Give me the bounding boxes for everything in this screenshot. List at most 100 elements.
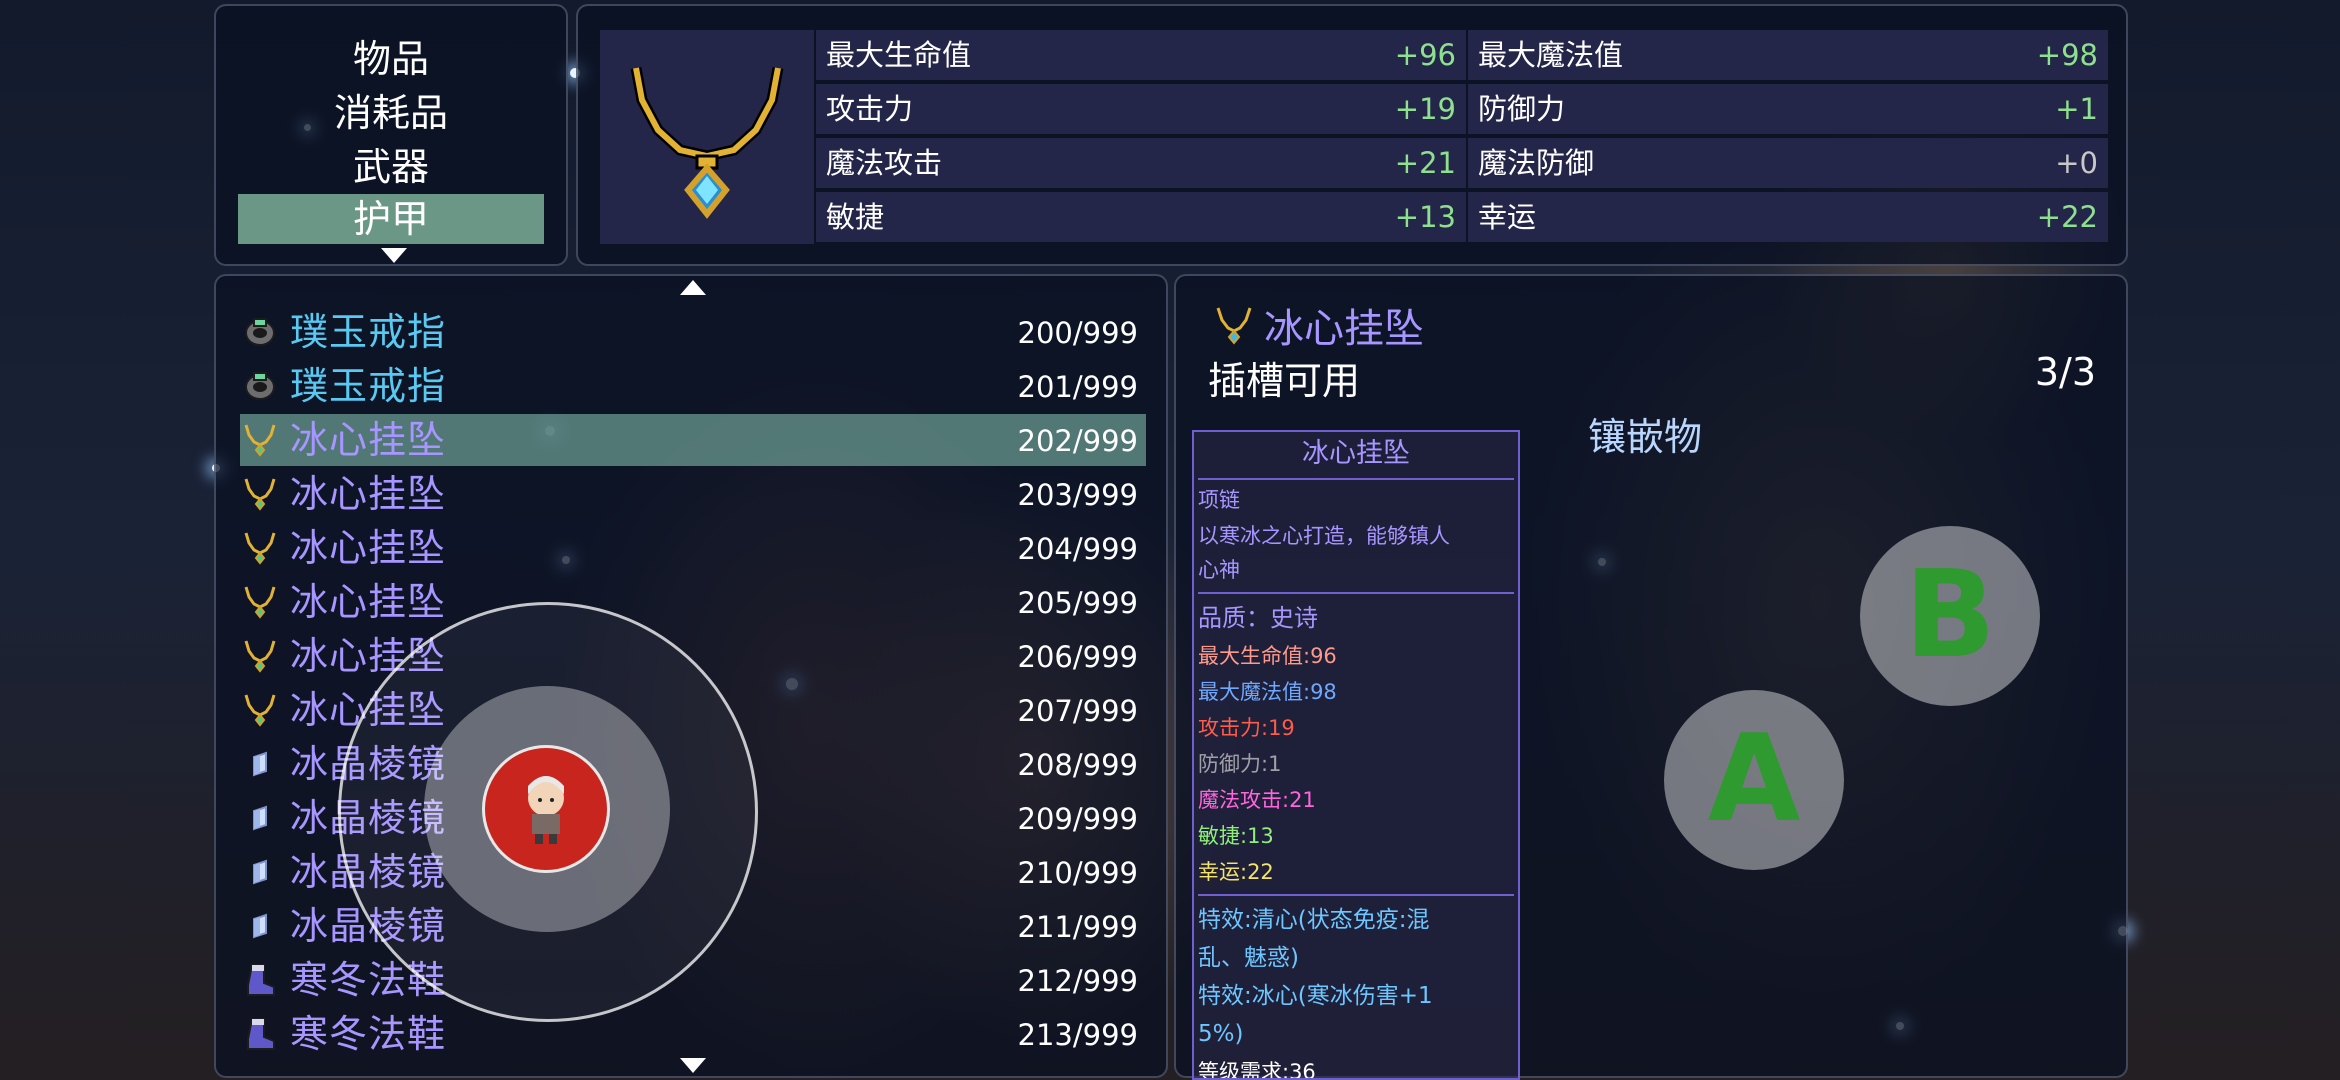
item-info-card: 冰心挂坠 项链 以寒冰之心打造，能够镇人 心神 品质：史诗 最大生命值:96 最…: [1192, 430, 1520, 1080]
necklace-icon: [242, 475, 278, 513]
prism-icon: [242, 907, 278, 945]
category-item[interactable]: 武器: [238, 142, 544, 192]
item-name: 冰心挂坠: [290, 418, 447, 462]
item-count: 212/999: [1017, 964, 1138, 998]
necklace-icon: [242, 529, 278, 567]
ring-icon: [242, 313, 278, 351]
prism-icon: [242, 853, 278, 891]
item-row[interactable]: 冰心挂坠 204/999: [240, 522, 1146, 574]
card-stat-def: 防御力:1: [1198, 752, 1282, 776]
stat-bonus-panel: 最大生命值 +96 最大魔法值 +98 攻击力 +19 防御力 +1 魔法攻击 …: [576, 4, 2128, 266]
stat-label: 最大生命值: [826, 38, 972, 72]
special-effect: 乱、魅惑): [1198, 945, 1299, 971]
necklace-icon: [242, 421, 278, 459]
stat-value: +22: [2036, 200, 2098, 234]
category-item-selected[interactable]: 护甲: [238, 194, 544, 244]
stat-row: 防御力 +1: [1468, 84, 2108, 134]
item-count: 209/999: [1017, 802, 1138, 836]
stat-label: 攻击力: [826, 92, 914, 126]
a-button-label: A: [1707, 710, 1801, 849]
stat-value: +0: [2055, 146, 2098, 180]
player-avatar[interactable]: [482, 745, 610, 873]
slot-available-label: 插槽可用: [1208, 359, 1361, 403]
scroll-down-arrow-icon[interactable]: [680, 1058, 706, 1073]
scroll-up-arrow-icon[interactable]: [680, 280, 706, 295]
stat-label: 幸运: [1478, 200, 1537, 234]
stat-label: 敏捷: [826, 200, 885, 234]
inlay-label[interactable]: 镶嵌物: [1588, 406, 1702, 461]
item-row[interactable]: 璞玉戒指 201/999: [240, 360, 1146, 412]
item-count: 207/999: [1017, 694, 1138, 728]
item-name: 璞玉戒指: [290, 364, 447, 408]
item-name: 冰心挂坠: [290, 526, 447, 570]
level-requirement: 等级需求:36: [1198, 1060, 1316, 1080]
necklace-icon: [242, 691, 278, 729]
divider: [1198, 478, 1514, 480]
character-icon: [528, 776, 564, 844]
item-count: 203/999: [1017, 478, 1138, 512]
card-stat-mp: 最大魔法值:98: [1198, 680, 1337, 704]
stat-value: +96: [1394, 38, 1456, 72]
necklace-icon: [242, 583, 278, 621]
item-count: 205/999: [1017, 586, 1138, 620]
boot-icon: [242, 1015, 278, 1053]
prism-icon: [242, 799, 278, 837]
item-row-selected[interactable]: 冰心挂坠 202/999: [240, 414, 1146, 466]
item-name: 寒冬法鞋: [290, 1012, 447, 1056]
item-row[interactable]: 寒冬法鞋 213/999: [240, 1008, 1146, 1060]
stat-label: 魔法防御: [1478, 146, 1595, 180]
special-effect: 特效:清心(状态免疫:混: [1198, 907, 1430, 933]
stat-row: 魔法防御 +0: [1468, 138, 2108, 188]
item-description: 以寒冰之心打造，能够镇人: [1198, 524, 1450, 548]
card-title: 冰心挂坠: [1302, 438, 1410, 469]
item-count: 211/999: [1017, 910, 1138, 944]
necklace-icon: [630, 66, 784, 219]
item-title: 冰心挂坠: [1264, 306, 1424, 352]
category-menu: 物品 消耗品 武器 护甲: [214, 4, 568, 266]
b-button[interactable]: B: [1860, 526, 2040, 706]
card-stat-atk: 攻击力:19: [1198, 716, 1295, 740]
prism-icon: [242, 745, 278, 783]
card-stat-hp: 最大生命值:96: [1198, 644, 1337, 668]
stat-value: +1: [2055, 92, 2098, 126]
slot-count: 3/3: [2034, 350, 2096, 394]
stat-value: +21: [1394, 146, 1456, 180]
item-quality: 品质：史诗: [1198, 604, 1318, 632]
stat-row: 敏捷 +13: [816, 192, 1466, 242]
divider: [1198, 592, 1514, 594]
item-count: 210/999: [1017, 856, 1138, 890]
stat-row: 最大魔法值 +98: [1468, 30, 2108, 80]
item-description: 心神: [1198, 558, 1240, 582]
necklace-icon: [242, 637, 278, 675]
special-effect: 5%): [1198, 1021, 1244, 1047]
item-count: 201/999: [1017, 370, 1138, 404]
item-count: 204/999: [1017, 532, 1138, 566]
item-type: 项链: [1198, 488, 1240, 512]
item-row[interactable]: 璞玉戒指 200/999: [240, 306, 1146, 358]
category-item[interactable]: 消耗品: [238, 88, 544, 138]
stat-label: 魔法攻击: [826, 146, 943, 180]
card-stat-matk: 魔法攻击:21: [1198, 788, 1316, 812]
scroll-down-arrow-icon[interactable]: [381, 248, 407, 263]
stat-row: 幸运 +22: [1468, 192, 2108, 242]
b-button-label: B: [1904, 546, 1996, 685]
item-count: 200/999: [1017, 316, 1138, 350]
item-name: 冰心挂坠: [290, 580, 447, 624]
category-item[interactable]: 物品: [238, 34, 544, 84]
item-preview: [600, 30, 814, 244]
a-button[interactable]: A: [1664, 690, 1844, 870]
special-effect: 特效:冰心(寒冰伤害+1: [1198, 983, 1433, 1009]
stat-row: 攻击力 +19: [816, 84, 1466, 134]
item-name: 冰心挂坠: [290, 472, 447, 516]
stat-row: 魔法攻击 +21: [816, 138, 1466, 188]
divider: [1198, 894, 1514, 896]
item-count: 206/999: [1017, 640, 1138, 674]
item-row[interactable]: 冰心挂坠 203/999: [240, 468, 1146, 520]
stat-value: +13: [1394, 200, 1456, 234]
stat-label: 防御力: [1478, 92, 1566, 126]
item-count: 202/999: [1017, 424, 1138, 458]
stat-value: +19: [1394, 92, 1456, 126]
item-row[interactable]: 冰心挂坠 205/999: [240, 576, 1146, 628]
item-count: 208/999: [1017, 748, 1138, 782]
boot-icon: [242, 961, 278, 999]
